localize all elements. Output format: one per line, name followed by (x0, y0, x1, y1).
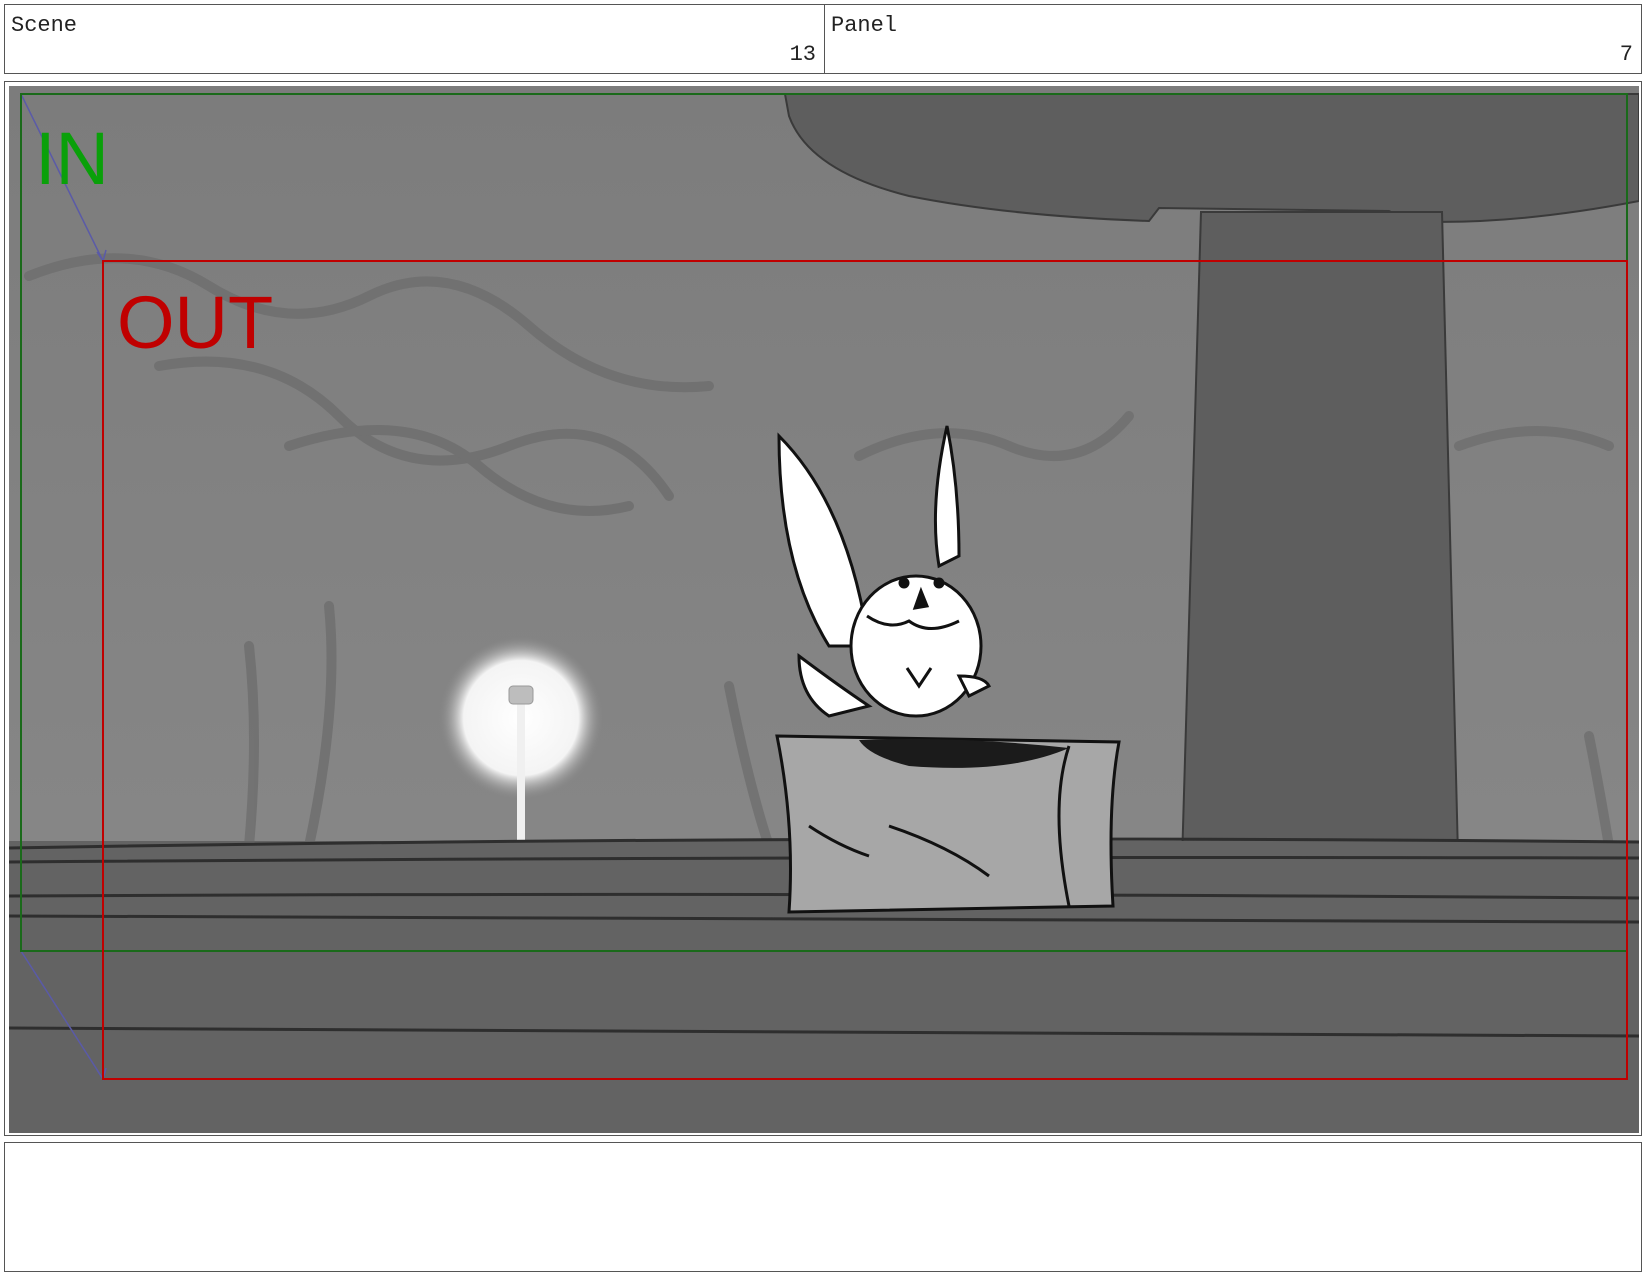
scene-cell: Scene 13 (5, 5, 825, 73)
panel-notes (4, 1142, 1642, 1272)
storyboard-frame: IN OUT (4, 81, 1642, 1136)
camera-out-label: OUT (117, 281, 273, 364)
scene-label: Scene (11, 13, 78, 38)
panel-header: Scene 13 Panel 7 (4, 4, 1642, 74)
panel-label: Panel (831, 13, 898, 38)
tree-trunk (1179, 211, 1461, 897)
scene-number: 13 (789, 42, 816, 67)
paper-bag (775, 734, 1121, 914)
panel-cell: Panel 7 (825, 5, 1641, 73)
lamp-head (508, 685, 534, 705)
panel-number: 7 (1619, 42, 1633, 67)
panel-drawing: IN OUT (9, 86, 1639, 1133)
camera-in-label: IN (35, 117, 109, 200)
